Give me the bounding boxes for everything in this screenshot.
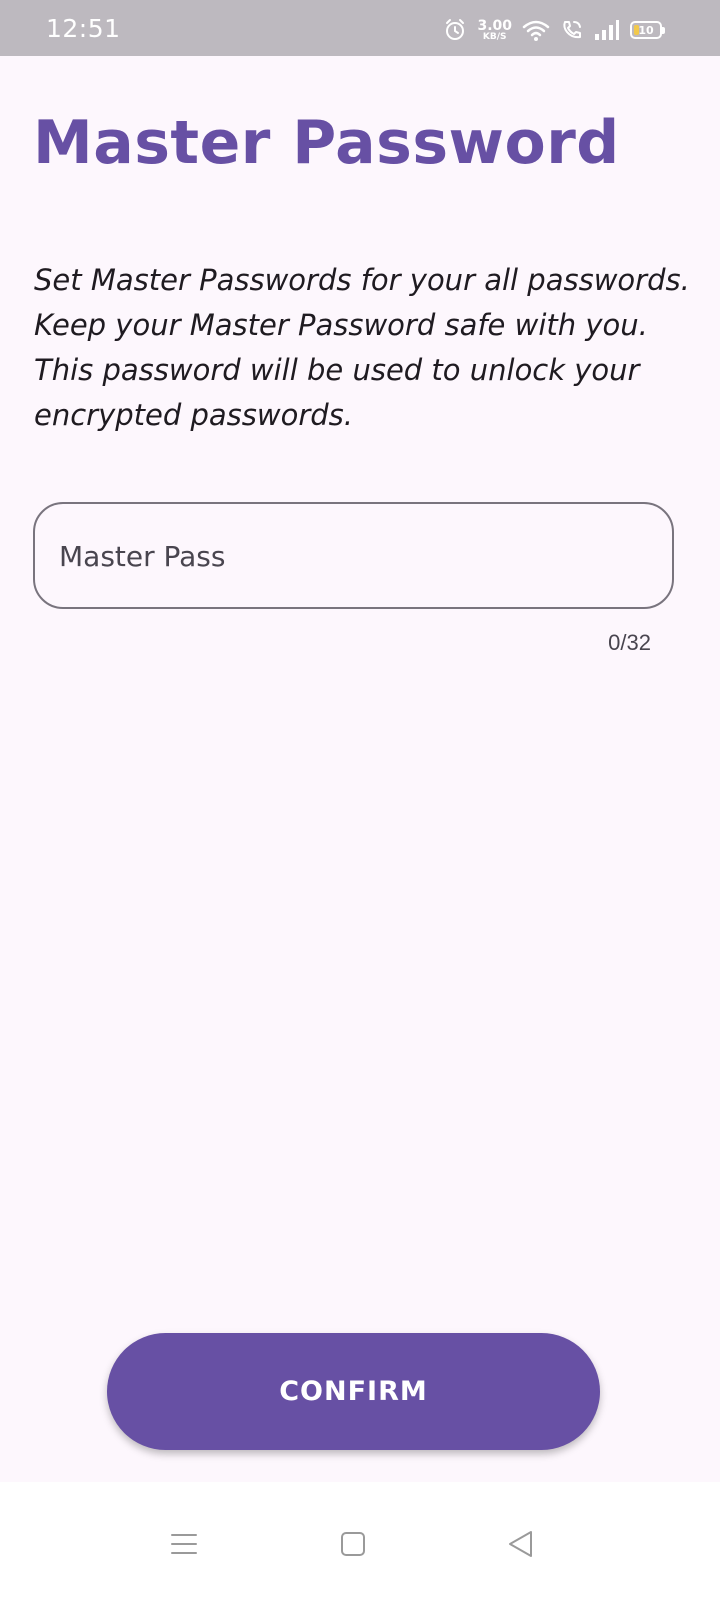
net-speed: 3.00 KB/S	[477, 19, 512, 42]
battery-icon: 10	[630, 21, 665, 39]
home-icon[interactable]	[333, 1524, 373, 1564]
battery-level: 10	[638, 23, 654, 37]
navigation-bar	[0, 1482, 720, 1600]
status-time: 12:51	[46, 14, 121, 43]
alarm-icon	[443, 18, 467, 42]
character-counter: 0/32	[608, 630, 651, 655]
master-password-input[interactable]	[57, 504, 651, 609]
signal-icon	[594, 19, 620, 41]
master-password-field[interactable]	[33, 502, 674, 609]
net-speed-unit: KB/S	[482, 31, 507, 42]
wifi-icon	[522, 18, 550, 42]
wifi-calling-icon	[560, 18, 584, 42]
page-title: Master Password	[33, 108, 620, 178]
menu-icon[interactable]	[164, 1524, 204, 1564]
net-speed-value: 3.00	[477, 17, 512, 34]
back-icon[interactable]	[500, 1524, 540, 1564]
status-bar: 12:51 3.00 KB/S 10	[0, 0, 720, 56]
status-icons: 3.00 KB/S 10	[443, 16, 665, 44]
description-text: Set Master Passwords for your all passwo…	[34, 263, 690, 432]
confirm-button[interactable]: CONFIRM	[107, 1333, 600, 1450]
